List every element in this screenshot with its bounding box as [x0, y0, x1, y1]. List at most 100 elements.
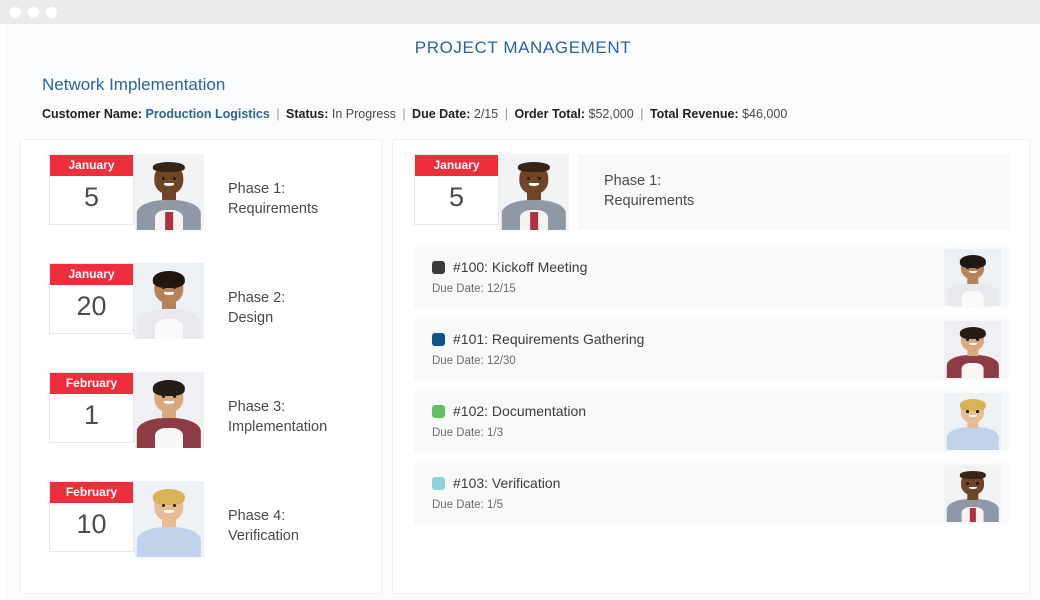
due-date-value: 2/15 [473, 107, 499, 121]
detail-calendar-badge: January 5 [414, 154, 499, 225]
phase-calendar-badge: February 10 [49, 481, 134, 552]
task-title-text[interactable]: #103: Verification [453, 475, 560, 491]
avatar-hair [152, 162, 186, 173]
detail-calendar-day: 5 [448, 182, 465, 212]
task-status-swatch-icon [432, 477, 445, 491]
avatar-mouth [164, 292, 174, 296]
avatar-hair [152, 489, 186, 506]
phase-row[interactable]: February 1 Phase 3: Implementation [49, 372, 381, 448]
phase-calendar-month: January [50, 264, 133, 285]
avatar-collar [961, 291, 984, 306]
phase-calendar-day: 5 [83, 182, 100, 212]
phase-avatar [134, 372, 204, 448]
app-window: PROJECT MANAGEMENT Network Implementatio… [0, 0, 1040, 600]
task-main: #100: Kickoff Meeting Due Date: 12/15 [432, 259, 944, 295]
avatar-mouth [164, 401, 174, 405]
task-title: #103: Verification [432, 475, 944, 491]
phase-title: Phase 1: Requirements [228, 154, 318, 219]
avatar-tie [530, 211, 538, 230]
avatar-body [136, 526, 202, 557]
phase-calendar-day: 10 [76, 509, 107, 539]
phase-calendar-badge: January 5 [49, 154, 134, 225]
avatar-collar [961, 363, 984, 378]
avatar-hair [959, 327, 986, 340]
task-due-date: Due Date: 1/5 [432, 498, 503, 511]
avatar-body [946, 427, 999, 450]
page-body: PROJECT MANAGEMENT Network Implementatio… [0, 24, 1040, 600]
avatar-eye [526, 176, 530, 180]
task-main: #102: Documentation Due Date: 1/3 [432, 403, 944, 439]
task-status-swatch-icon [432, 405, 445, 419]
phase-detail-header: January 5 Phase 1: Requirements [414, 154, 1029, 230]
task-title-text[interactable]: #102: Documentation [453, 403, 586, 419]
minimize-dot-icon[interactable] [28, 6, 39, 18]
avatar-hair [959, 471, 986, 479]
avatar-eye [161, 176, 165, 180]
phase-row[interactable]: February 10 Phase 4: Verification [49, 481, 381, 557]
task-row[interactable]: #102: Documentation Due Date: 1/3 [414, 391, 1009, 452]
phase-title-line2: Design [228, 309, 274, 326]
total-revenue-label: Total Revenue: [649, 107, 739, 121]
task-row[interactable]: #103: Verification Due Date: 1/5 [414, 463, 1009, 524]
task-title-text[interactable]: #101: Requirements Gathering [453, 331, 644, 347]
phase-calendar-month: February [50, 373, 133, 394]
avatar-eye [161, 285, 165, 289]
avatar-eye [975, 337, 979, 341]
avatar-hair [959, 399, 986, 412]
avatar-collar [155, 319, 183, 339]
avatar-hair [152, 380, 186, 397]
status-label: Status: [286, 107, 329, 121]
avatar-hair [152, 271, 186, 289]
status-value: In Progress [331, 107, 396, 121]
avatar-mouth [164, 510, 174, 514]
phase-title-line2: Requirements [228, 200, 319, 217]
meta-separator-2: | [402, 107, 406, 121]
order-total-label: Order Total: [514, 107, 586, 121]
task-status-swatch-icon [432, 261, 445, 275]
task-due-date: Due Date: 12/30 [432, 354, 516, 367]
order-total-value: $52,000 [588, 107, 634, 121]
avatar-collar [155, 428, 183, 448]
task-assignee-avatar [944, 321, 1001, 378]
avatar-eye [975, 265, 979, 269]
avatar-mouth [164, 183, 174, 187]
task-row[interactable]: #101: Requirements Gathering Due Date: 12… [414, 319, 1009, 380]
phase-calendar-month: January [50, 155, 133, 176]
task-row[interactable]: #100: Kickoff Meeting Due Date: 12/15 [414, 247, 1009, 308]
phase-calendar-month: February [50, 482, 133, 503]
phase-avatar [134, 154, 204, 230]
phase-title: Phase 4: Verification [228, 481, 299, 546]
avatar-eye [966, 481, 970, 485]
avatar-tie [165, 211, 173, 230]
phase-detail-panel: January 5 Phase 1: Requirements #100: Ki… [392, 139, 1030, 594]
detail-avatar [499, 154, 569, 230]
due-date-label: Due Date: [412, 107, 471, 121]
phase-list: January 5 Phase 1: Requirements January 20 Pha… [21, 140, 381, 557]
avatar-eye [161, 503, 165, 507]
task-assignee-avatar [944, 393, 1001, 450]
phase-avatar [134, 263, 204, 339]
phase-calendar-badge: February 1 [49, 372, 134, 443]
phase-row[interactable]: January 20 Phase 2: Design [49, 263, 381, 339]
avatar-eye [966, 265, 970, 269]
task-title-text[interactable]: #100: Kickoff Meeting [453, 259, 587, 275]
maximize-dot-icon[interactable] [46, 6, 57, 18]
avatar-eye [966, 337, 970, 341]
task-list: #100: Kickoff Meeting Due Date: 12/15 #101… [414, 247, 1009, 524]
phase-calendar-day: 20 [76, 291, 107, 321]
task-main: #101: Requirements Gathering Due Date: 12… [432, 331, 944, 367]
phase-row[interactable]: January 5 Phase 1: Requirements [49, 154, 381, 230]
close-dot-icon[interactable] [10, 6, 21, 18]
meta-separator-4: | [640, 107, 644, 121]
phase-title-line2: Implementation [228, 418, 328, 435]
avatar-hair [517, 162, 551, 173]
page-title: PROJECT MANAGEMENT [414, 38, 632, 57]
phase-title-line1: Phase 4: [228, 508, 286, 524]
project-title: Network Implementation [42, 75, 226, 94]
phase-avatar [134, 481, 204, 557]
phase-title-line1: Phase 1: [228, 181, 286, 197]
customer-name-value[interactable]: Production Logistics [146, 107, 270, 121]
task-status-swatch-icon [432, 333, 445, 347]
detail-calendar-month: January [415, 155, 498, 176]
panels-container: January 5 Phase 1: Requirements January 20 Pha… [20, 139, 1040, 594]
